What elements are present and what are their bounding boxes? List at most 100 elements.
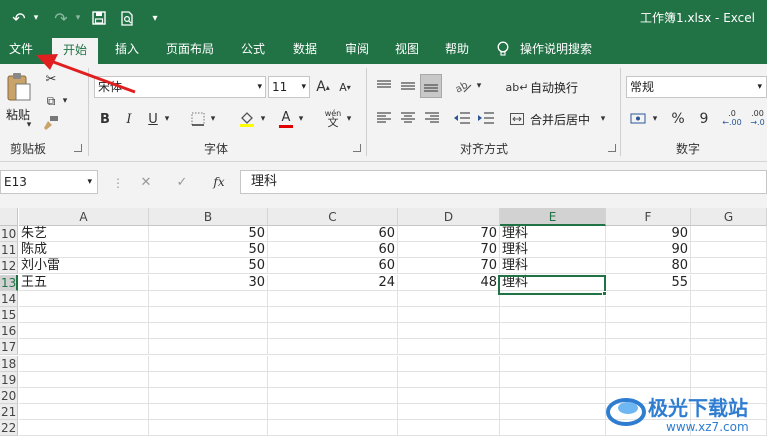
fill-handle[interactable]	[602, 291, 607, 296]
shrink-font-icon[interactable]: A ▾	[336, 76, 354, 98]
accounting-dropdown-icon[interactable]: ▾	[650, 108, 660, 130]
column-header-g[interactable]: G	[691, 208, 767, 226]
cell-a17[interactable]	[19, 339, 149, 355]
orientation-icon[interactable]: ab	[452, 76, 474, 96]
cell-d22[interactable]	[398, 420, 500, 436]
fill-color-icon[interactable]	[236, 108, 258, 130]
cell-a10[interactable]: 朱艺	[19, 226, 149, 242]
cell-e17[interactable]	[500, 339, 606, 355]
cell-e19[interactable]	[500, 372, 606, 388]
fill-color-dropdown-icon[interactable]: ▾	[258, 108, 268, 130]
decrease-indent-icon[interactable]	[452, 108, 472, 128]
row-header[interactable]: 18	[0, 356, 18, 372]
cell-c14[interactable]	[268, 291, 398, 307]
cell-b13[interactable]: 30	[149, 275, 268, 291]
cell-g17[interactable]	[691, 339, 767, 355]
cell-b14[interactable]	[149, 291, 268, 307]
font-name-box[interactable]: 宋体 ▾	[94, 76, 266, 98]
cell-a20[interactable]	[19, 388, 149, 404]
cell-c19[interactable]	[268, 372, 398, 388]
underline-button[interactable]: U	[144, 108, 162, 130]
cell-c20[interactable]	[268, 388, 398, 404]
cell-c21[interactable]	[268, 404, 398, 420]
cell-a22[interactable]	[19, 420, 149, 436]
cell-d11[interactable]: 70	[398, 242, 500, 258]
align-center-icon[interactable]	[398, 108, 418, 128]
cell-f17[interactable]	[606, 339, 691, 355]
column-header-e[interactable]: E	[500, 208, 606, 226]
cell-f13[interactable]: 55	[606, 275, 691, 291]
cell-b16[interactable]	[149, 323, 268, 339]
undo-icon[interactable]: ↶	[8, 7, 30, 29]
row-header[interactable]: 17	[0, 339, 18, 355]
decrease-decimal-button[interactable]: .00 →.0	[748, 106, 767, 130]
borders-icon[interactable]	[188, 108, 208, 130]
italic-button[interactable]: I	[120, 108, 138, 130]
clipboard-launcher-icon[interactable]	[74, 144, 82, 152]
cell-c22[interactable]	[268, 420, 398, 436]
cell-e22[interactable]	[500, 420, 606, 436]
cell-e11[interactable]: 理科	[500, 242, 606, 258]
cell-e21[interactable]	[500, 404, 606, 420]
cell-e15[interactable]	[500, 307, 606, 323]
row-header[interactable]: 20	[0, 388, 18, 404]
cell-b11[interactable]: 50	[149, 242, 268, 258]
cell-e20[interactable]	[500, 388, 606, 404]
row-header[interactable]: 15	[0, 307, 18, 323]
cell-f14[interactable]	[606, 291, 691, 307]
cell-a12[interactable]: 刘小雷	[19, 258, 149, 274]
cell-c10[interactable]: 60	[268, 226, 398, 242]
alignment-launcher-icon[interactable]	[608, 144, 616, 152]
cell-g15[interactable]	[691, 307, 767, 323]
tab-insert[interactable]: 插入	[106, 36, 148, 64]
font-name-dropdown-icon[interactable]: ▾	[257, 77, 262, 97]
row-header[interactable]: 21	[0, 404, 18, 420]
column-header-d[interactable]: D	[398, 208, 500, 226]
tell-me-search[interactable]: 操作说明搜索	[520, 36, 604, 64]
cell-b15[interactable]	[149, 307, 268, 323]
paste-dropdown-icon[interactable]: ▾	[24, 120, 34, 130]
formula-input[interactable]: 理科	[240, 170, 767, 194]
cell-g10[interactable]	[691, 226, 767, 242]
row-header[interactable]: 13	[0, 275, 18, 291]
cell-b10[interactable]: 50	[149, 226, 268, 242]
cell-b17[interactable]	[149, 339, 268, 355]
cell-c13[interactable]: 24	[268, 275, 398, 291]
print-preview-icon[interactable]	[116, 7, 138, 29]
tab-review[interactable]: 审阅	[336, 36, 378, 64]
column-header-f[interactable]: F	[606, 208, 691, 226]
percent-button[interactable]: %	[668, 108, 688, 130]
cell-f18[interactable]	[606, 356, 691, 372]
cell-d10[interactable]: 70	[398, 226, 500, 242]
cell-c18[interactable]	[268, 356, 398, 372]
cell-d17[interactable]	[398, 339, 500, 355]
tab-help[interactable]: 帮助	[436, 36, 478, 64]
cell-d16[interactable]	[398, 323, 500, 339]
phonetic-icon[interactable]: wén 文	[322, 106, 344, 130]
formula-bar-grip-icon[interactable]: ⋮	[112, 176, 124, 190]
row-header[interactable]: 19	[0, 372, 18, 388]
column-header-a[interactable]: A	[19, 208, 149, 226]
column-header-b[interactable]: B	[149, 208, 268, 226]
cell-d21[interactable]	[398, 404, 500, 420]
cell-b12[interactable]: 50	[149, 258, 268, 274]
cell-b21[interactable]	[149, 404, 268, 420]
cell-a13[interactable]: 王五	[19, 275, 149, 291]
cell-g18[interactable]	[691, 356, 767, 372]
clipboard-paste-icon[interactable]	[6, 72, 32, 102]
cell-d19[interactable]	[398, 372, 500, 388]
select-all-corner[interactable]	[0, 208, 18, 226]
copy-icon[interactable]: ⧉	[42, 92, 60, 110]
cell-a14[interactable]	[19, 291, 149, 307]
cell-a18[interactable]	[19, 356, 149, 372]
orientation-dropdown-icon[interactable]: ▾	[474, 76, 484, 96]
tab-data[interactable]: 数据	[284, 36, 326, 64]
comma-style-button[interactable]: 9	[694, 108, 714, 130]
align-left-icon[interactable]	[374, 108, 394, 128]
align-bottom-icon[interactable]	[420, 74, 442, 98]
phonetic-dropdown-icon[interactable]: ▾	[344, 108, 354, 130]
cell-g13[interactable]	[691, 275, 767, 291]
underline-dropdown-icon[interactable]: ▾	[162, 108, 172, 130]
row-header[interactable]: 14	[0, 291, 18, 307]
customize-icon[interactable]: ▾	[146, 7, 164, 29]
